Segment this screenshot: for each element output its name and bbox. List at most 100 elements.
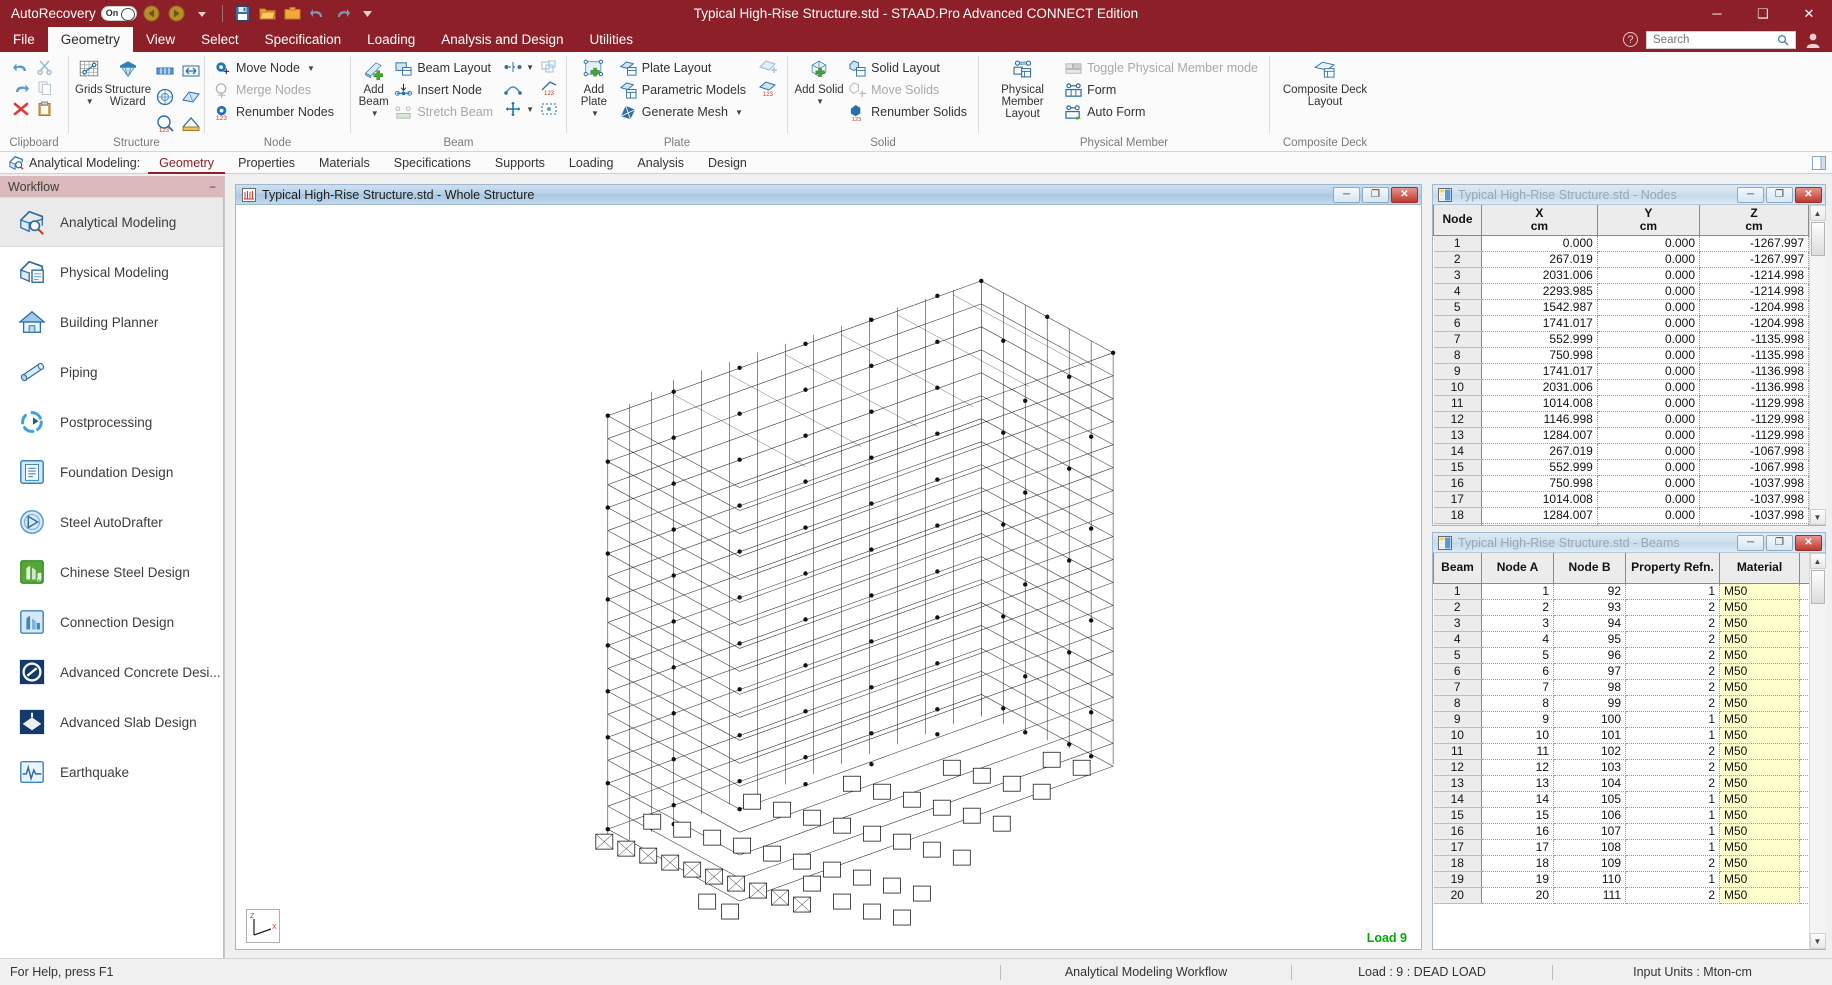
beta-cell[interactable] bbox=[1799, 647, 1809, 664]
renumber-beams-icon[interactable]: 123 bbox=[538, 78, 560, 98]
table-row[interactable]: 15 552.999 0.000 -1067.998 bbox=[1433, 459, 1809, 476]
sidebar-item-postprocessing[interactable]: Postprocessing bbox=[0, 397, 223, 447]
beam-id-cell[interactable]: 15 bbox=[1433, 807, 1482, 824]
material-cell[interactable]: M50 bbox=[1719, 583, 1800, 600]
table-row[interactable]: 7 552.999 0.000 -1135.998 bbox=[1433, 331, 1809, 348]
node-a-cell[interactable]: 6 bbox=[1481, 663, 1554, 680]
move-beam-icon[interactable]: ▼ bbox=[502, 99, 536, 119]
select-beams-icon[interactable] bbox=[538, 99, 560, 119]
beams-scroll-area[interactable]: Beam Node A Node B Property Refn. Materi… bbox=[1433, 553, 1809, 949]
node-value-cell[interactable]: 0.000 bbox=[1597, 299, 1701, 316]
grid-strip-icon[interactable] bbox=[153, 59, 177, 83]
panel-toggle-icon[interactable] bbox=[1812, 155, 1826, 170]
beta-cell[interactable] bbox=[1799, 695, 1809, 712]
move-beam-caret-icon[interactable]: ▼ bbox=[526, 105, 534, 114]
node-b-cell[interactable]: 96 bbox=[1553, 647, 1626, 664]
table-row[interactable]: 18 18 109 2 M50 bbox=[1433, 855, 1809, 872]
node-value-cell[interactable]: 0.000 bbox=[1597, 379, 1701, 396]
beam-id-cell[interactable]: 17 bbox=[1433, 839, 1482, 856]
table-row[interactable]: 12 12 103 2 M50 bbox=[1433, 759, 1809, 776]
sidebar-item-advanced-slab-design[interactable]: Advanced Slab Design bbox=[0, 697, 223, 747]
node-a-cell[interactable]: 9 bbox=[1481, 711, 1554, 728]
stretch-grid-icon[interactable] bbox=[179, 59, 203, 83]
node-a-cell[interactable]: 12 bbox=[1481, 759, 1554, 776]
move-node-caret-icon[interactable]: ▼ bbox=[307, 64, 315, 73]
node-value-cell[interactable]: 267.019 bbox=[1481, 443, 1598, 460]
table-row[interactable]: 9 9 100 1 M50 bbox=[1433, 711, 1809, 728]
node-value-cell[interactable]: 0.000 bbox=[1597, 523, 1701, 525]
node-id-cell[interactable]: 10 bbox=[1433, 379, 1482, 396]
beta-cell[interactable] bbox=[1799, 711, 1809, 728]
nav-forward-icon[interactable] bbox=[167, 4, 187, 24]
property-refn-cell[interactable]: 2 bbox=[1625, 695, 1720, 712]
node-value-cell[interactable]: 2031.006 bbox=[1481, 379, 1598, 396]
beams-maximize-button[interactable]: ❐ bbox=[1766, 534, 1793, 551]
node-value-cell[interactable]: 0.000 bbox=[1597, 363, 1701, 380]
add-plate-small-icon[interactable] bbox=[757, 57, 781, 77]
beams-vertical-scrollbar[interactable]: ▲ ▼ bbox=[1809, 553, 1826, 949]
node-value-cell[interactable]: 0.000 bbox=[1481, 235, 1598, 252]
table-row[interactable]: 7 7 98 2 M50 bbox=[1433, 679, 1809, 696]
table-row[interactable]: 16 750.998 0.000 -1037.998 bbox=[1433, 475, 1809, 492]
model-view-minimize-button[interactable]: ─ bbox=[1333, 186, 1360, 203]
menu-tab-loading[interactable]: Loading bbox=[354, 27, 428, 52]
table-row[interactable]: 8 750.998 0.000 -1135.998 bbox=[1433, 347, 1809, 364]
node-a-cell[interactable]: 16 bbox=[1481, 823, 1554, 840]
node-b-cell[interactable]: 105 bbox=[1553, 791, 1626, 808]
node-b-cell[interactable]: 109 bbox=[1553, 855, 1626, 872]
maximize-button[interactable]: ❑ bbox=[1740, 0, 1786, 27]
table-row[interactable]: 6 6 97 2 M50 bbox=[1433, 663, 1809, 680]
node-value-cell[interactable]: 1284.007 bbox=[1481, 427, 1598, 444]
beam-id-cell[interactable]: 18 bbox=[1433, 855, 1482, 872]
node-id-cell[interactable]: 9 bbox=[1433, 363, 1482, 380]
model-view-maximize-button[interactable]: ❐ bbox=[1362, 186, 1389, 203]
material-cell[interactable]: M50 bbox=[1719, 647, 1800, 664]
menu-tab-analysis-and-design[interactable]: Analysis and Design bbox=[428, 27, 576, 52]
node-value-cell[interactable]: 0.000 bbox=[1597, 443, 1701, 460]
material-cell[interactable]: M50 bbox=[1719, 599, 1800, 616]
property-refn-cell[interactable]: 2 bbox=[1625, 743, 1720, 760]
plane-grid-icon[interactable] bbox=[179, 85, 203, 109]
node-value-cell[interactable]: 552.999 bbox=[1481, 459, 1598, 476]
node-value-cell[interactable]: 0.000 bbox=[1597, 427, 1701, 444]
node-id-cell[interactable]: 18 bbox=[1433, 507, 1482, 524]
beta-cell[interactable] bbox=[1799, 823, 1809, 840]
beta-cell[interactable] bbox=[1799, 679, 1809, 696]
beam-layout-button[interactable]: Beam Layout bbox=[392, 58, 498, 78]
node-id-cell[interactable]: 4 bbox=[1433, 283, 1482, 300]
node-b-cell[interactable]: 106 bbox=[1553, 807, 1626, 824]
node-a-cell[interactable]: 17 bbox=[1481, 839, 1554, 856]
beams-col-property-refn[interactable]: Property Refn. bbox=[1625, 553, 1720, 584]
redo-arrow-icon[interactable] bbox=[10, 78, 32, 98]
table-row[interactable]: 2 2 93 2 M50 bbox=[1433, 599, 1809, 616]
grids-button[interactable]: Grids ▼ bbox=[75, 57, 102, 108]
beam-id-cell[interactable]: 5 bbox=[1433, 647, 1482, 664]
node-a-cell[interactable]: 11 bbox=[1481, 743, 1554, 760]
table-row[interactable]: 3 3 94 2 M50 bbox=[1433, 615, 1809, 632]
table-row[interactable]: 15 15 106 1 M50 bbox=[1433, 807, 1809, 824]
model-3d-canvas[interactable]: X Z Load 9 bbox=[236, 205, 1421, 949]
beta-cell[interactable] bbox=[1799, 663, 1809, 680]
node-a-cell[interactable]: 8 bbox=[1481, 695, 1554, 712]
node-value-cell[interactable]: 0.000 bbox=[1597, 315, 1701, 332]
nodes-minimize-button[interactable]: ─ bbox=[1737, 186, 1764, 203]
table-row[interactable]: 2 267.019 0.000 -1267.997 bbox=[1433, 251, 1809, 268]
node-value-cell[interactable]: -1204.998 bbox=[1699, 315, 1809, 332]
node-id-cell[interactable]: 14 bbox=[1433, 443, 1482, 460]
node-id-cell[interactable]: 11 bbox=[1433, 395, 1482, 412]
node-value-cell[interactable]: 2031.006 bbox=[1481, 267, 1598, 284]
menu-tab-utilities[interactable]: Utilities bbox=[577, 27, 647, 52]
sidebar-item-analytical-modeling[interactable]: Analytical Modeling bbox=[0, 197, 223, 247]
node-value-cell[interactable]: 1014.008 bbox=[1481, 491, 1598, 508]
table-row[interactable]: 10 2031.006 0.000 -1136.998 bbox=[1433, 379, 1809, 396]
material-cell[interactable]: M50 bbox=[1719, 823, 1800, 840]
tab-supports[interactable]: Supports bbox=[484, 152, 556, 174]
minimize-button[interactable]: ─ bbox=[1694, 0, 1740, 27]
material-cell[interactable]: M50 bbox=[1719, 711, 1800, 728]
save-icon[interactable] bbox=[233, 4, 253, 24]
sidebar-item-piping[interactable]: Piping bbox=[0, 347, 223, 397]
beams-col-material[interactable]: Material bbox=[1719, 553, 1800, 584]
beta-cell[interactable] bbox=[1799, 631, 1809, 648]
property-refn-cell[interactable]: 2 bbox=[1625, 855, 1720, 872]
node-value-cell[interactable]: -1067.998 bbox=[1699, 459, 1809, 476]
